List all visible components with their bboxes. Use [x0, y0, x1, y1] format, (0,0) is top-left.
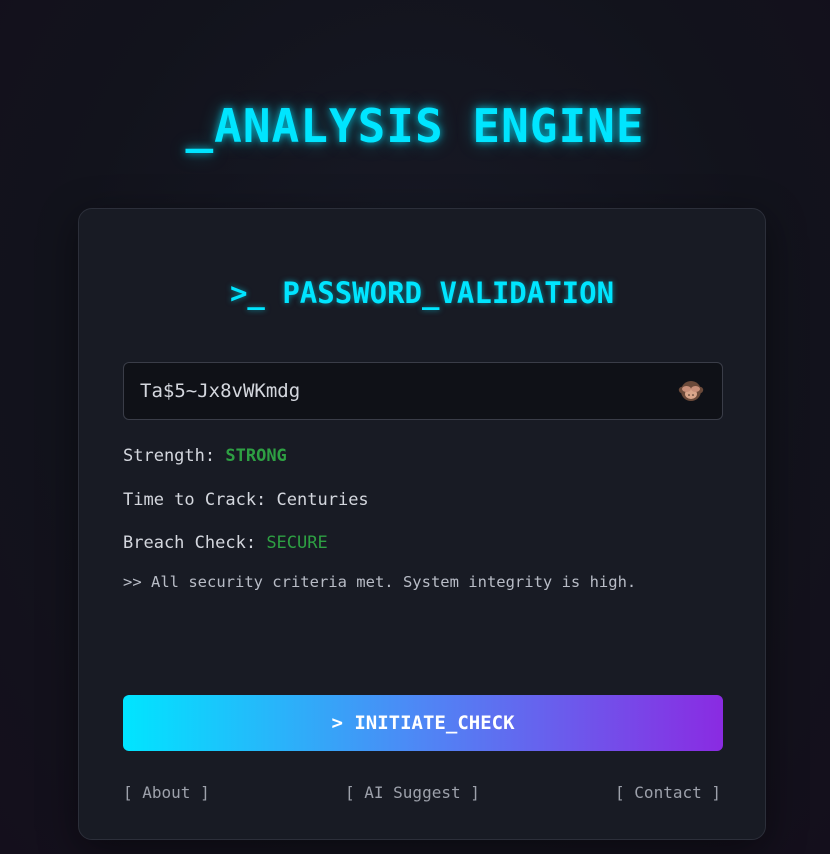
status-message: >> All security criteria met. System int… — [123, 573, 637, 591]
ai-suggest-link[interactable]: [ AI Suggest ] — [345, 783, 480, 802]
strength-row: Strength: STRONG — [123, 446, 287, 466]
initiate-check-button[interactable]: > INITIATE_CHECK — [123, 695, 723, 751]
card-title: >_ PASSWORD_VALIDATION — [229, 276, 615, 310]
time-to-crack-row: Time to Crack: Centuries — [123, 490, 369, 510]
see-no-evil-monkey-icon[interactable] — [678, 378, 704, 404]
time-to-crack-value: Centuries — [276, 490, 369, 510]
breach-check-value: SECURE — [266, 533, 328, 553]
time-to-crack-label: Time to Crack: — [123, 490, 267, 510]
breach-check-label: Breach Check: — [123, 533, 257, 553]
strength-label: Strength: — [123, 446, 216, 466]
about-link[interactable]: [ About ] — [123, 783, 210, 802]
password-field-wrapper — [123, 362, 723, 420]
breach-check-row: Breach Check: SECURE — [123, 533, 328, 553]
contact-link[interactable]: [ Contact ] — [615, 783, 721, 802]
strength-value: STRONG — [225, 446, 287, 466]
app-title: _ANALYSIS ENGINE — [185, 99, 645, 153]
password-input[interactable] — [124, 363, 664, 419]
password-card: >_ PASSWORD_VALIDATION Strength: STRONG … — [78, 208, 766, 840]
